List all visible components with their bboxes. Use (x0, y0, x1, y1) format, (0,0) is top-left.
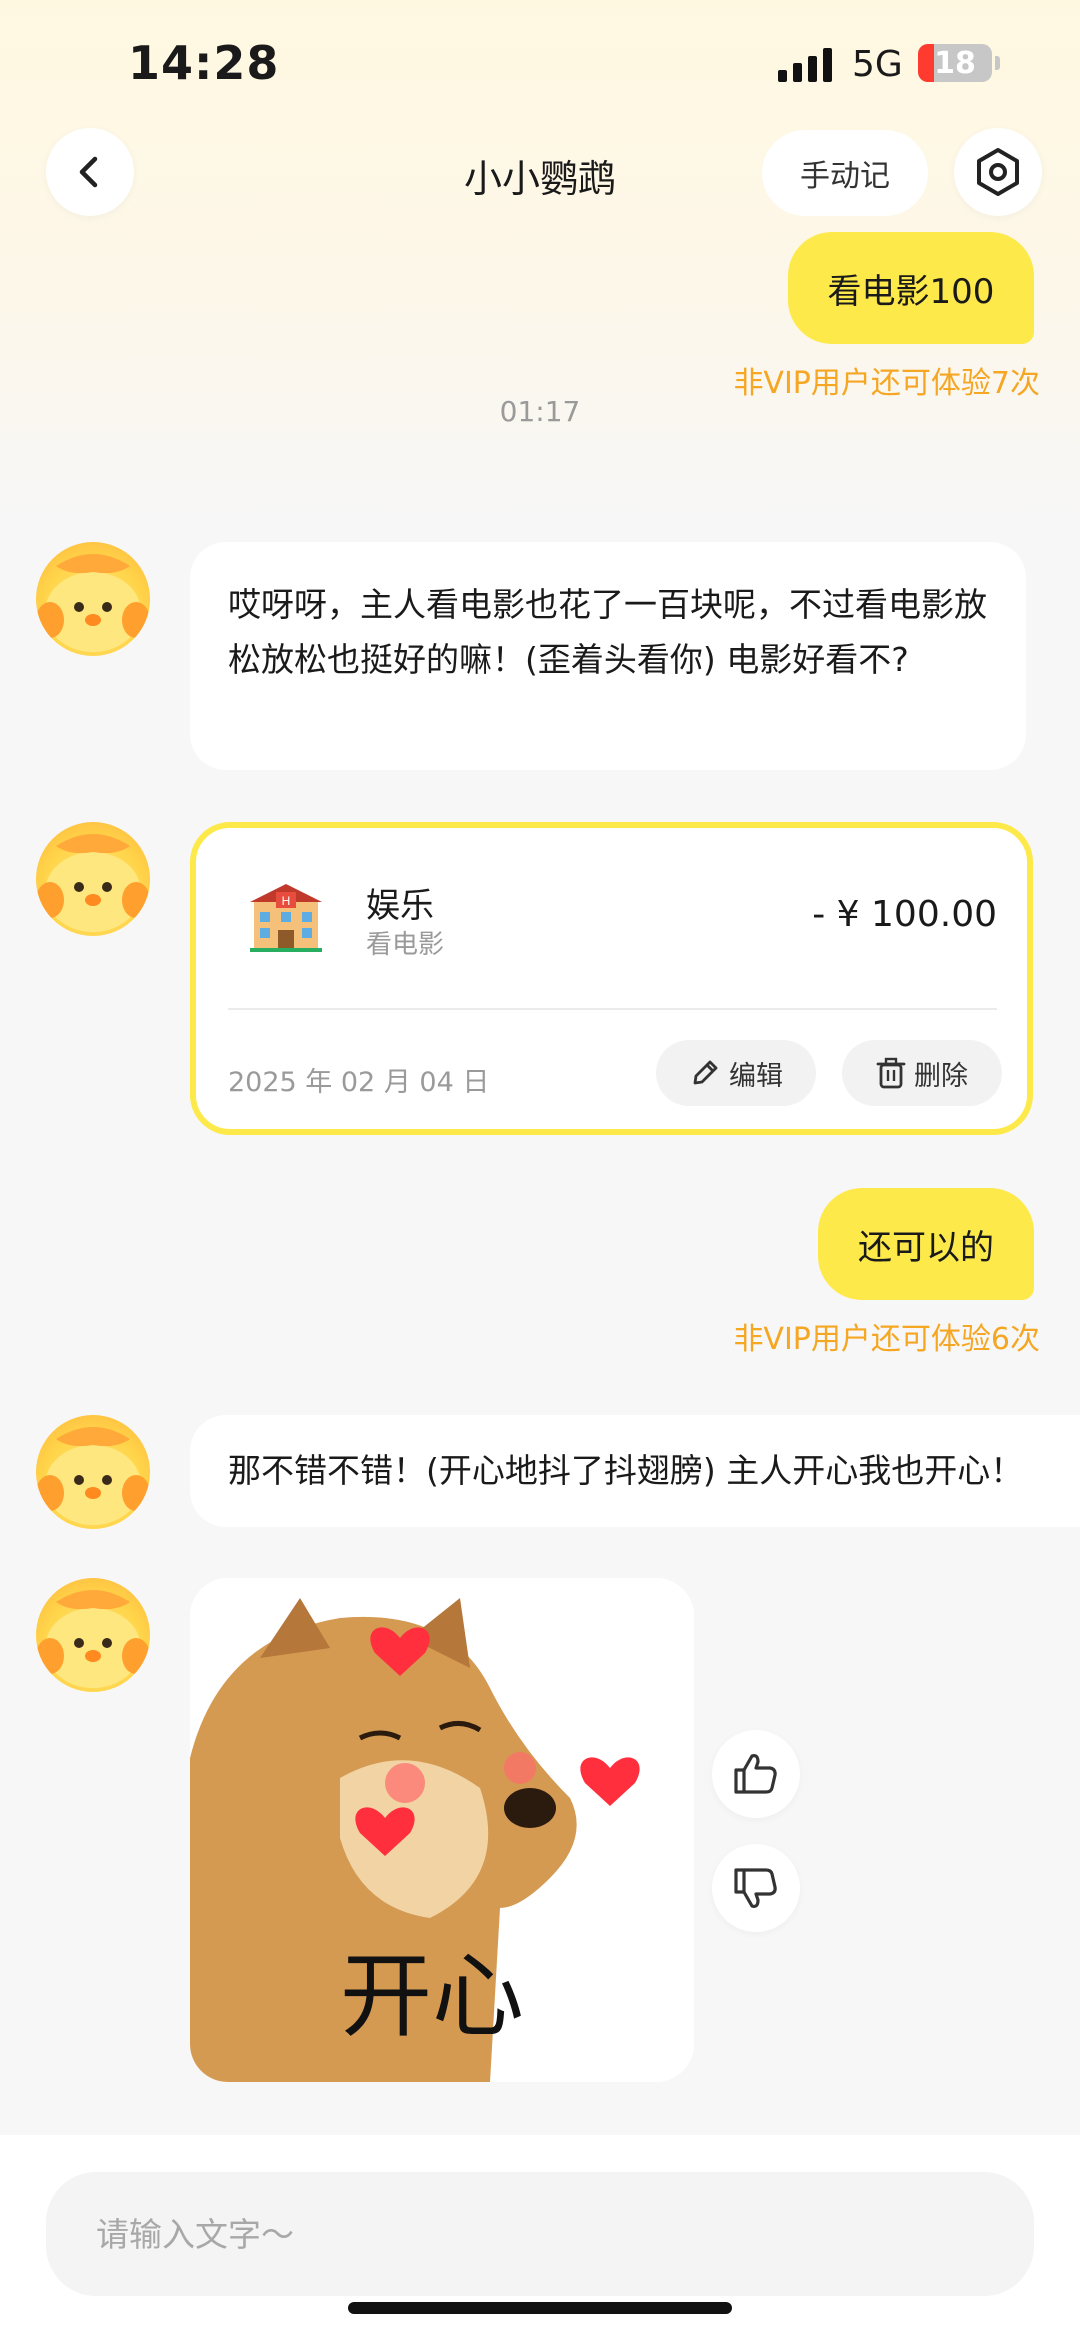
record-category: 娱乐 (366, 886, 434, 926)
delete-button[interactable]: 删除 (842, 1040, 1002, 1106)
edit-label: 编辑 (729, 1060, 783, 1092)
manual-record-button[interactable]: 手动记 (762, 130, 928, 216)
battery-tip (995, 56, 1000, 70)
chick-icon (36, 554, 150, 652)
sticker-caption: 开心 (340, 1943, 524, 2050)
chick-icon (36, 1590, 150, 1688)
hotel-icon: H (248, 880, 324, 956)
battery-icon: 18 (918, 44, 992, 82)
thumbs-up-icon (734, 1754, 777, 1794)
status-time: 14:28 (128, 36, 280, 90)
card-divider (228, 1008, 997, 1010)
message-timestamp: 01:17 (499, 395, 581, 428)
like-button[interactable] (712, 1730, 800, 1818)
parrot-avatar[interactable] (36, 1578, 150, 1692)
chick-icon (36, 1427, 150, 1525)
parrot-avatar[interactable] (36, 542, 150, 656)
user-message-bubble: 看电影100 (788, 232, 1034, 344)
doge-image: 开心 (190, 1578, 694, 2082)
dislike-button[interactable] (712, 1844, 800, 1932)
settings-button[interactable] (954, 128, 1042, 216)
battery-level: 18 (934, 46, 976, 81)
bot-message-bubble: 哎呀呀，主人看电影也花了一百块呢，不过看电影放松放松也挺好的嘛！(歪着头看你) … (190, 542, 1026, 770)
record-subcategory: 看电影 (366, 930, 445, 960)
bot-message-bubble: 那不错不错！(开心地抖了抖翅膀) 主人开心我也开心！ (190, 1415, 1080, 1527)
svg-text:H: H (282, 894, 291, 908)
record-amount: - ¥ 100.00 (812, 894, 997, 935)
record-date: 2025 年 02 月 04 日 (228, 1067, 490, 1098)
network-type: 5G (852, 44, 903, 85)
home-indicator (348, 2302, 732, 2314)
signal-icon (778, 48, 832, 82)
edit-button[interactable]: 编辑 (656, 1040, 816, 1106)
happy-doge-sticker[interactable]: 开心 (190, 1578, 694, 2082)
parrot-avatar[interactable] (36, 822, 150, 936)
thumbs-down-icon (734, 1868, 777, 1908)
parrot-avatar[interactable] (36, 1415, 150, 1529)
message-input[interactable] (46, 2172, 1034, 2296)
expense-record-card[interactable]: H 娱乐 看电影 - ¥ 100.00 2025 年 02 月 04 日 编辑 … (190, 822, 1033, 1135)
user-message-bubble: 还可以的 (818, 1188, 1034, 1300)
delete-label: 删除 (914, 1060, 968, 1092)
chick-icon (36, 834, 150, 932)
vip-trial-note: 非VIP用户还可体验6次 (733, 1322, 1040, 1357)
gear-icon (977, 148, 1019, 196)
trash-icon (876, 1057, 906, 1089)
pencil-icon (693, 1060, 718, 1085)
